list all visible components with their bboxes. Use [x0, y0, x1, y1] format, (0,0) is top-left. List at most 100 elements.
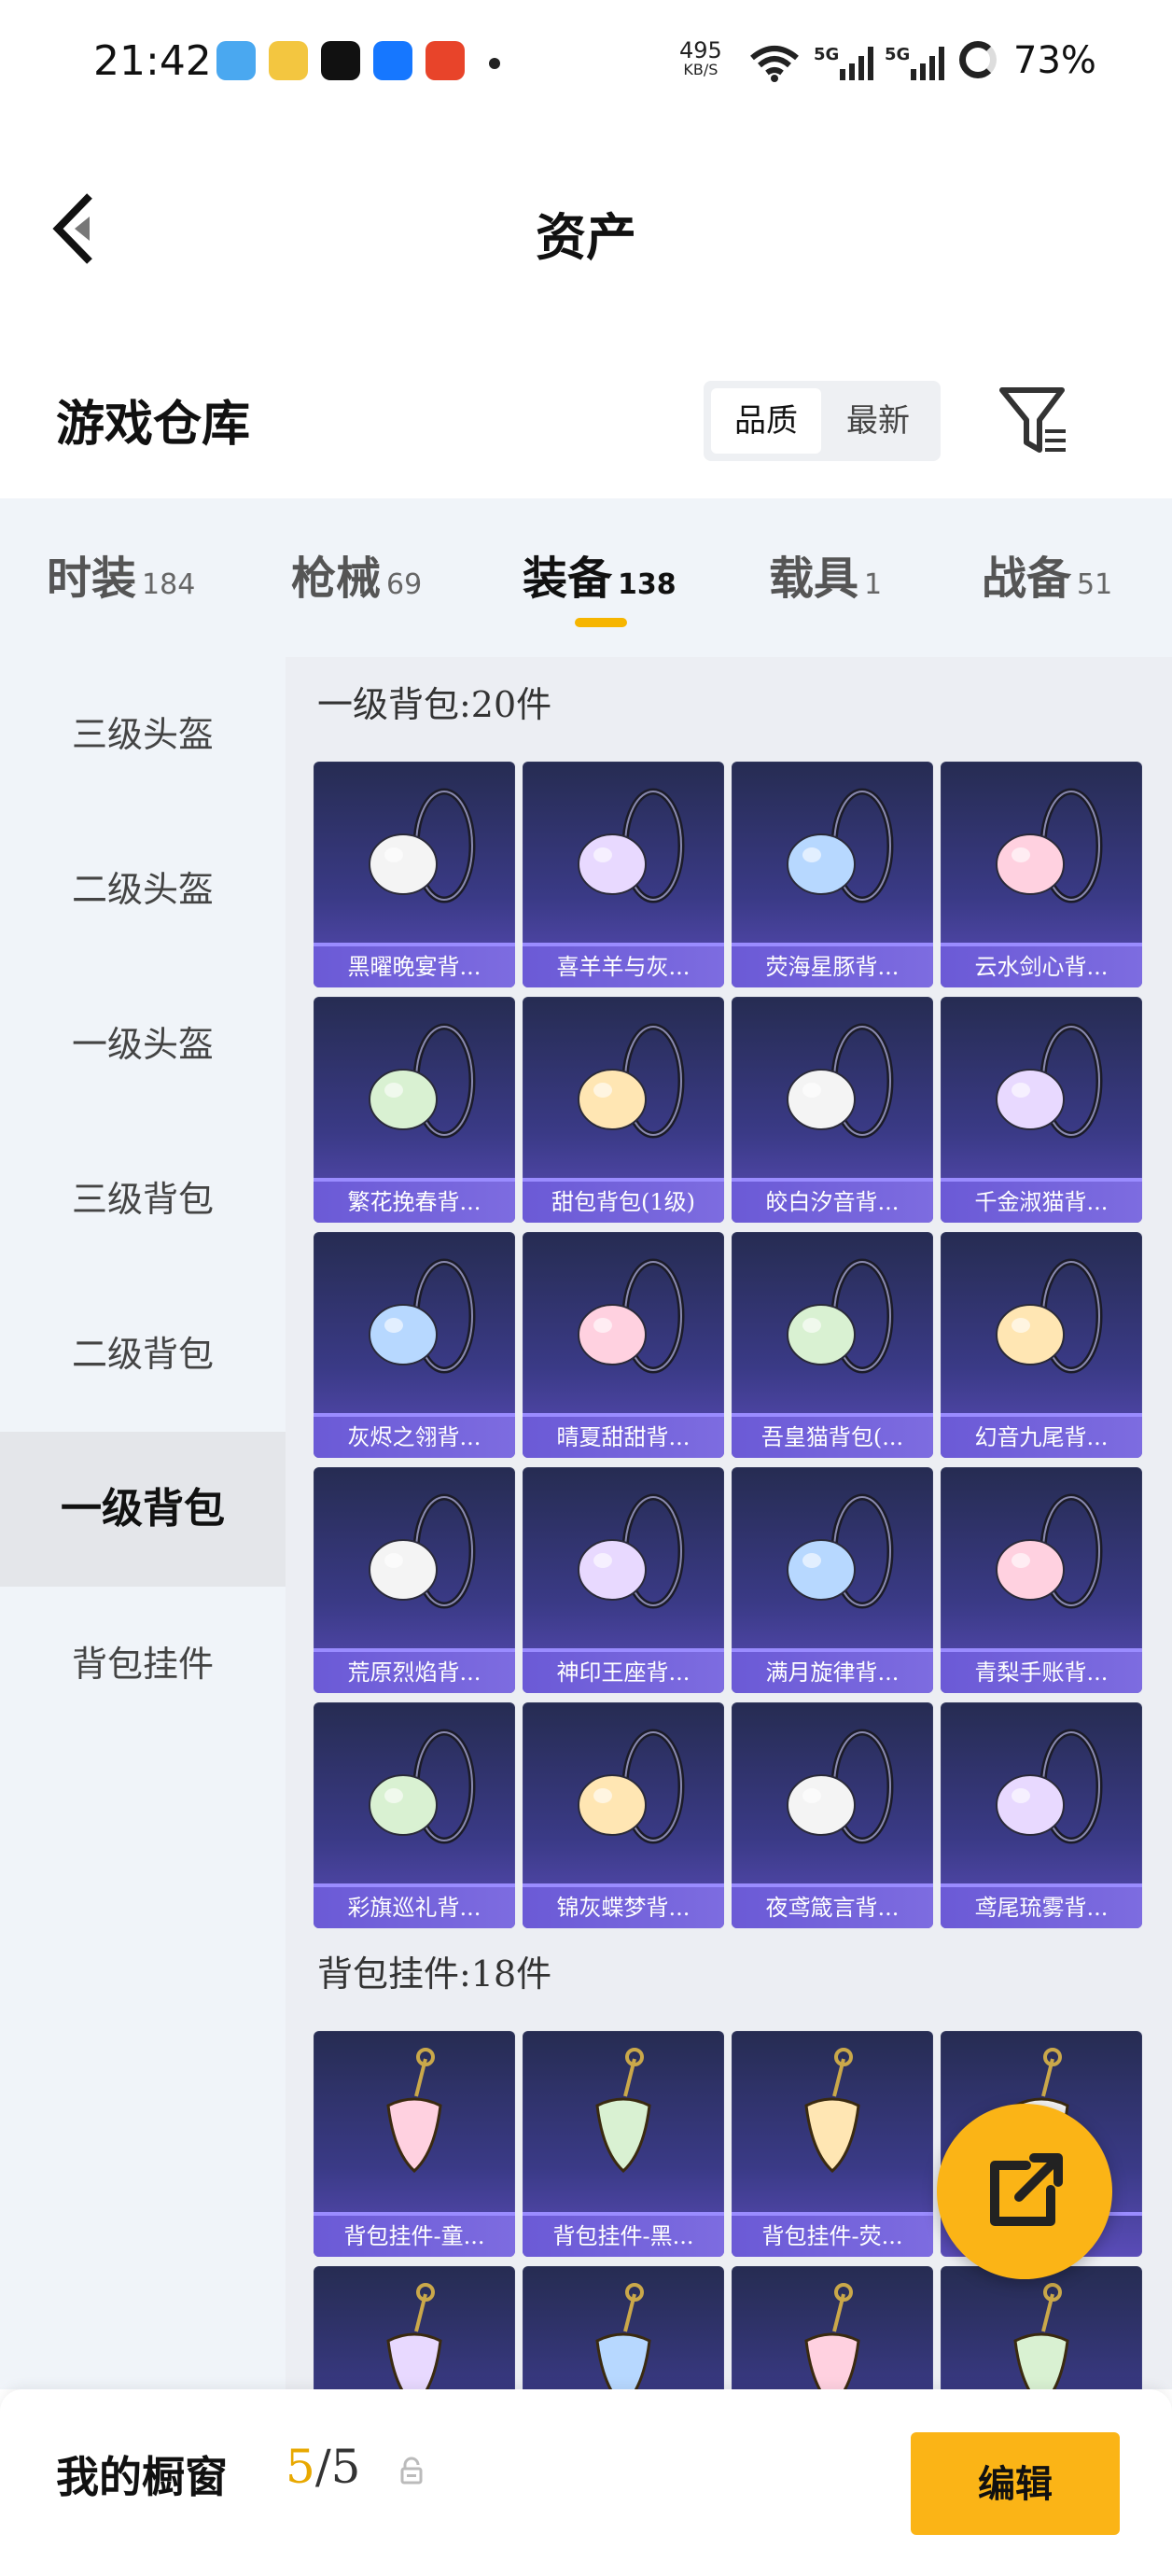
item-card[interactable]: 神印王座背... — [523, 1467, 724, 1693]
item-card[interactable] — [732, 2266, 933, 2389]
backpack-item-icon — [996, 1023, 1103, 1139]
backpack-item-icon — [787, 1493, 894, 1609]
item-card[interactable] — [941, 2266, 1142, 2389]
item-card-label: 幻音九尾背... — [941, 1417, 1142, 1458]
backpack-item-icon — [996, 1258, 1103, 1374]
tab-guns[interactable]: 枪械 69 — [291, 541, 422, 607]
sidebar-item-level2-backpack[interactable]: 二级背包 — [0, 1277, 286, 1432]
item-card-label: 背包挂件-童... — [314, 2216, 515, 2257]
alipay-app-icon — [373, 41, 412, 80]
item-card[interactable]: 夜鸢箴言背... — [732, 1702, 933, 1928]
item-card[interactable]: 幻音九尾背... — [941, 1232, 1142, 1458]
tab-fashion[interactable]: 时装 184 — [47, 541, 195, 607]
tab-equipment[interactable]: 装备 138 — [523, 541, 677, 607]
backpack-item-icon — [369, 788, 476, 903]
item-card[interactable]: 吾皇猫背包(... — [732, 1232, 933, 1458]
item-card-label: 满月旋律背... — [732, 1652, 933, 1693]
backpack-item-icon — [578, 1023, 685, 1139]
charm-item-icon — [804, 2283, 860, 2389]
backpack-item-icon — [369, 1729, 476, 1844]
item-card-label: 吾皇猫背包(... — [732, 1417, 933, 1458]
item-card-label: 鸢尾琉雾背... — [941, 1887, 1142, 1928]
sidebar-item-level1-helmet[interactable]: 一级头盔 — [0, 967, 286, 1122]
item-card[interactable]: 荒原烈焰背... — [314, 1467, 515, 1693]
tab-combat-gear[interactable]: 战备 51 — [982, 541, 1112, 607]
tab-vehicles[interactable]: 载具 1 — [769, 541, 882, 607]
item-card[interactable]: 鸢尾琉雾背... — [941, 1702, 1142, 1928]
cellular-signal-1-icon: 5G — [814, 41, 879, 82]
item-card[interactable]: 灰烬之翎背... — [314, 1232, 515, 1458]
item-card[interactable]: 晴夏甜甜背... — [523, 1232, 724, 1458]
item-card-label: 背包挂件-荧... — [732, 2216, 933, 2257]
item-card[interactable]: 彩旗巡礼背... — [314, 1702, 515, 1928]
sidebar-item-level3-backpack[interactable]: 三级背包 — [0, 1122, 286, 1277]
item-card-label: 神印王座背... — [523, 1652, 724, 1693]
my-showcase-label: 我的橱窗 — [56, 2452, 228, 2502]
sidebar-item-level2-helmet[interactable]: 二级头盔 — [0, 812, 286, 967]
tab-fashion-count: 184 — [142, 568, 196, 601]
item-card[interactable]: 背包挂件-黑... — [523, 2031, 724, 2257]
item-card-label: 荧海星豚背... — [732, 946, 933, 987]
backpack-item-icon — [578, 1258, 685, 1374]
sort-newest-option[interactable]: 最新 — [823, 388, 933, 454]
sidebar-item-level1-backpack[interactable]: 一级背包 — [0, 1432, 286, 1587]
item-card[interactable]: 喜羊羊与灰... — [523, 762, 724, 987]
charm-item-icon — [1013, 2283, 1069, 2389]
showcase-count-current: 5 — [286, 2440, 315, 2494]
tab-equipment-count: 138 — [618, 568, 677, 601]
tab-guns-label: 枪械 — [291, 553, 382, 605]
item-card-label: 皎白汐音背... — [732, 1182, 933, 1223]
backpack-item-icon — [578, 1493, 685, 1609]
tab-combat-gear-label: 战备 — [982, 553, 1072, 605]
backpack-item-icon — [369, 1258, 476, 1374]
item-card[interactable]: 皎白汐音背... — [732, 997, 933, 1223]
tab-combat-gear-count: 51 — [1077, 568, 1113, 601]
backpack-item-icon — [578, 788, 685, 903]
item-card-label: 夜鸢箴言背... — [732, 1887, 933, 1928]
item-card[interactable]: 云水剑心背... — [941, 762, 1142, 987]
game-app-icon — [269, 41, 308, 80]
backpack-item-icon — [787, 1729, 894, 1844]
item-card-label: 黑曜晚宴背... — [314, 946, 515, 987]
tab-fashion-label: 时装 — [47, 553, 137, 605]
sort-toggle: 品质 最新 — [704, 381, 941, 461]
backpack-item-icon — [369, 1493, 476, 1609]
tab-vehicles-label: 载具 — [769, 553, 859, 605]
item-card-label: 青梨手账背... — [941, 1652, 1142, 1693]
filter-icon[interactable] — [998, 385, 1069, 459]
item-card-label: 云水剑心背... — [941, 946, 1142, 987]
item-card[interactable]: 背包挂件-童... — [314, 2031, 515, 2257]
item-card[interactable]: 满月旋律背... — [732, 1467, 933, 1693]
item-card-label: 晴夏甜甜背... — [523, 1417, 724, 1458]
item-card[interactable] — [523, 2266, 724, 2389]
lock-icon — [400, 2457, 423, 2485]
charm-item-icon — [386, 2283, 442, 2389]
sort-quality-option[interactable]: 品质 — [711, 388, 821, 454]
item-card-label: 千金淑猫背... — [941, 1182, 1142, 1223]
item-card[interactable]: 青梨手账背... — [941, 1467, 1142, 1693]
network-speed: 495 KB/S — [679, 39, 722, 78]
item-card[interactable]: 锦灰蝶梦背... — [523, 1702, 724, 1928]
backpack-item-icon — [578, 1729, 685, 1844]
share-fab-button[interactable] — [937, 2104, 1112, 2279]
charm-item-icon — [595, 2048, 651, 2174]
backpack-item-icon — [996, 1493, 1103, 1609]
header: 资产 — [0, 131, 1172, 308]
item-card[interactable]: 甜包背包(1级) — [523, 997, 724, 1223]
item-card[interactable]: 荧海星豚背... — [732, 762, 933, 987]
backpack-item-icon — [996, 1729, 1103, 1844]
backpack-item-icon — [369, 1023, 476, 1139]
edit-button[interactable]: 编辑 — [911, 2432, 1120, 2535]
backpack-item-icon — [787, 788, 894, 903]
item-card[interactable] — [314, 2266, 515, 2389]
item-card[interactable]: 繁花挽春背... — [314, 997, 515, 1223]
item-card[interactable]: 背包挂件-荧... — [732, 2031, 933, 2257]
charm-item-icon — [595, 2283, 651, 2389]
status-time: 21:42 — [93, 37, 212, 85]
showcase-count-total: /5 — [314, 2440, 361, 2494]
sidebar-item-backpack-charms[interactable]: 背包挂件 — [0, 1587, 286, 1742]
category-tabs: 时装 184 枪械 69 装备 138 载具 1 战备 51 — [0, 498, 1172, 657]
item-card[interactable]: 黑曜晚宴背... — [314, 762, 515, 987]
sidebar-item-level3-helmet[interactable]: 三级头盔 — [0, 657, 286, 812]
item-card[interactable]: 千金淑猫背... — [941, 997, 1142, 1223]
